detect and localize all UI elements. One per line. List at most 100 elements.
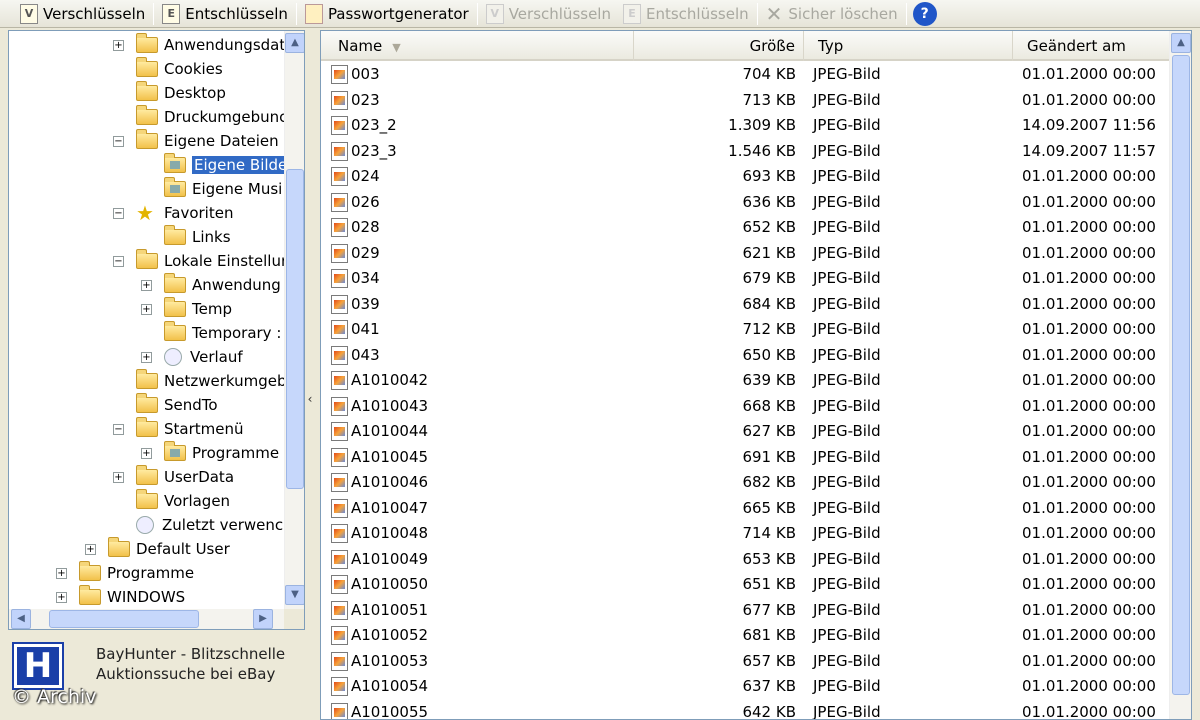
secure-delete-button[interactable]: ✕ Sicher löschen <box>760 1 904 27</box>
column-header-name[interactable]: Name ▼ <box>321 31 634 61</box>
tree-item-label: Lokale Einstellur <box>164 252 288 270</box>
column-header-modified[interactable]: Geändert am <box>1013 31 1171 61</box>
table-row[interactable]: A1010046 682 KB JPEG-Bild 01.01.2000 00:00 <box>321 470 1171 496</box>
tree-item[interactable]: Eigene Dateien <box>136 129 279 153</box>
scroll-right-icon[interactable]: ▶ <box>253 609 273 629</box>
tree-item[interactable]: Vorlagen <box>136 489 230 513</box>
tree-item[interactable]: WINDOWS <box>79 585 185 609</box>
scroll-up-icon[interactable]: ▲ <box>285 33 304 53</box>
tree-item[interactable]: Lokale Einstellur <box>136 249 287 273</box>
table-row[interactable]: 024 693 KB JPEG-Bild 01.01.2000 00:00 <box>321 164 1171 190</box>
tree-expander-icon[interactable]: + <box>141 352 152 363</box>
folder-icon <box>136 417 158 437</box>
tree-item[interactable]: Verlauf <box>164 345 243 369</box>
jpeg-file-icon <box>331 549 348 569</box>
table-row[interactable]: A1010052 681 KB JPEG-Bild 01.01.2000 00:00 <box>321 623 1171 649</box>
decrypt-button[interactable]: E Entschlüsseln <box>156 1 294 27</box>
file-list-pane: Name ▼ Größe Typ Geändert am 003 704 KB JPE… <box>320 30 1192 720</box>
tree-expander-icon[interactable]: − <box>113 208 124 219</box>
jpeg-file-icon <box>331 524 348 544</box>
tree-hscroll-thumb[interactable] <box>49 610 199 628</box>
encrypt-button[interactable]: V Verschlüsseln <box>14 1 151 27</box>
tree-expander-icon[interactable]: + <box>85 544 96 555</box>
folder-icon <box>136 81 158 101</box>
table-row[interactable]: 023_2 1.309 KB JPEG-Bild 14.09.2007 11:56 <box>321 113 1171 139</box>
column-header-type[interactable]: Typ <box>804 31 1013 61</box>
table-row[interactable]: 039 684 KB JPEG-Bild 01.01.2000 00:00 <box>321 292 1171 318</box>
tree-item[interactable]: SendTo <box>136 393 218 417</box>
table-row[interactable]: 041 712 KB JPEG-Bild 01.01.2000 00:00 <box>321 317 1171 343</box>
table-row[interactable]: A1010042 639 KB JPEG-Bild 01.01.2000 00:00 <box>321 368 1171 394</box>
tree-item[interactable]: Eigene Bilde <box>164 153 290 177</box>
tree-item[interactable]: Programme <box>79 561 194 585</box>
tree-expander-icon[interactable]: − <box>113 136 124 147</box>
table-row[interactable]: A1010044 627 KB JPEG-Bild 01.01.2000 00:00 <box>321 419 1171 445</box>
tree-item[interactable]: Default User <box>108 537 230 561</box>
tree-expander-icon[interactable]: + <box>141 448 152 459</box>
tree-item[interactable]: Links <box>164 225 231 249</box>
tree-expander-icon[interactable]: + <box>141 304 152 315</box>
tree-horizontal-scrollbar[interactable]: ◀ ▶ <box>9 609 284 629</box>
tree-item[interactable]: Netzwerkumgeb <box>136 369 286 393</box>
column-header-size[interactable]: Größe <box>634 31 804 61</box>
collapse-arrow-icon[interactable]: ‹ <box>305 392 315 406</box>
pane-splitter[interactable]: ‹ <box>305 30 319 720</box>
encrypt-disabled-button[interactable]: V Verschlüsseln <box>480 1 617 27</box>
table-row[interactable]: 029 621 KB JPEG-Bild 01.01.2000 00:00 <box>321 241 1171 267</box>
table-row[interactable]: A1010045 691 KB JPEG-Bild 01.01.2000 00:00 <box>321 445 1171 471</box>
tree-item[interactable]: Zuletzt verwenc <box>136 513 283 537</box>
file-type: JPEG-Bild <box>813 167 881 186</box>
tree-item[interactable]: Anwendung <box>164 273 281 297</box>
table-row[interactable]: A1010055 642 KB JPEG-Bild 01.01.2000 00:00 <box>321 700 1171 719</box>
tree-scroll-thumb[interactable] <box>286 169 304 489</box>
table-row[interactable]: A1010043 668 KB JPEG-Bild 01.01.2000 00:00 <box>321 394 1171 420</box>
tree-item[interactable]: Desktop <box>136 81 226 105</box>
table-row[interactable]: 043 650 KB JPEG-Bild 01.01.2000 00:00 <box>321 343 1171 369</box>
table-row[interactable]: 023_3 1.546 KB JPEG-Bild 14.09.2007 11:57 <box>321 139 1171 165</box>
decrypt-disabled-button[interactable]: E Entschlüsseln <box>617 1 755 27</box>
tree-item[interactable]: Anwendungsdat <box>136 33 285 57</box>
file-name: 023 <box>351 90 380 109</box>
scroll-down-icon[interactable]: ▼ <box>285 585 304 605</box>
tree-expander-icon[interactable]: − <box>113 424 124 435</box>
tree-item[interactable]: Eigene Musi <box>164 177 282 201</box>
table-row[interactable]: 003 704 KB JPEG-Bild 01.01.2000 00:00 <box>321 62 1171 88</box>
tree-item[interactable]: Temporary : <box>164 321 281 345</box>
file-modified: 01.01.2000 00:00 <box>1022 575 1156 594</box>
file-list-scroll-thumb[interactable] <box>1172 55 1190 695</box>
tree-item-label: Zuletzt verwenc <box>162 516 284 534</box>
table-row[interactable]: A1010053 657 KB JPEG-Bild 01.01.2000 00:00 <box>321 649 1171 675</box>
table-row[interactable]: A1010054 637 KB JPEG-Bild 01.01.2000 00:00 <box>321 674 1171 700</box>
tree-expander-icon[interactable]: + <box>56 568 67 579</box>
table-row[interactable]: A1010047 665 KB JPEG-Bild 01.01.2000 00:00 <box>321 496 1171 522</box>
tree-item-label: UserData <box>164 468 235 486</box>
scroll-left-icon[interactable]: ◀ <box>11 609 31 629</box>
password-generator-button[interactable]: Passwortgenerator <box>299 1 475 27</box>
table-row[interactable]: A1010051 677 KB JPEG-Bild 01.01.2000 00:00 <box>321 598 1171 624</box>
tree-vertical-scrollbar[interactable]: ▲ ▼ <box>284 31 304 609</box>
file-name: A1010048 <box>351 524 429 543</box>
tree-expander-icon[interactable]: + <box>56 592 67 603</box>
tree-item[interactable]: ★ Favoriten <box>136 201 233 225</box>
tree-expander-icon[interactable]: + <box>113 472 124 483</box>
table-row[interactable]: 026 636 KB JPEG-Bild 01.01.2000 00:00 <box>321 190 1171 216</box>
table-row[interactable]: 028 652 KB JPEG-Bild 01.01.2000 00:00 <box>321 215 1171 241</box>
tree-item[interactable]: Programme <box>164 441 279 465</box>
tree-expander-icon[interactable]: + <box>113 40 124 51</box>
tree-item[interactable]: Startmenü <box>136 417 244 441</box>
table-row[interactable]: 023 713 KB JPEG-Bild 01.01.2000 00:00 <box>321 88 1171 114</box>
tree-item[interactable]: Temp <box>164 297 232 321</box>
tree-item[interactable]: Cookies <box>136 57 223 81</box>
tree-item[interactable]: UserData <box>136 465 234 489</box>
tree-expander-icon[interactable]: − <box>113 256 124 267</box>
table-row[interactable]: A1010048 714 KB JPEG-Bild 01.01.2000 00:00 <box>321 521 1171 547</box>
table-row[interactable]: 034 679 KB JPEG-Bild 01.01.2000 00:00 <box>321 266 1171 292</box>
scroll-up-icon[interactable]: ▲ <box>1171 33 1191 53</box>
tree-expander-icon[interactable]: + <box>141 280 152 291</box>
column-header-modified-label: Geändert am <box>1027 37 1126 55</box>
table-row[interactable]: A1010050 651 KB JPEG-Bild 01.01.2000 00:00 <box>321 572 1171 598</box>
table-row[interactable]: A1010049 653 KB JPEG-Bild 01.01.2000 00:00 <box>321 547 1171 573</box>
help-icon[interactable]: ? <box>912 1 937 26</box>
file-list-vertical-scrollbar[interactable]: ▲ <box>1169 31 1191 719</box>
tree-item[interactable]: Druckumgebunc <box>136 105 287 129</box>
